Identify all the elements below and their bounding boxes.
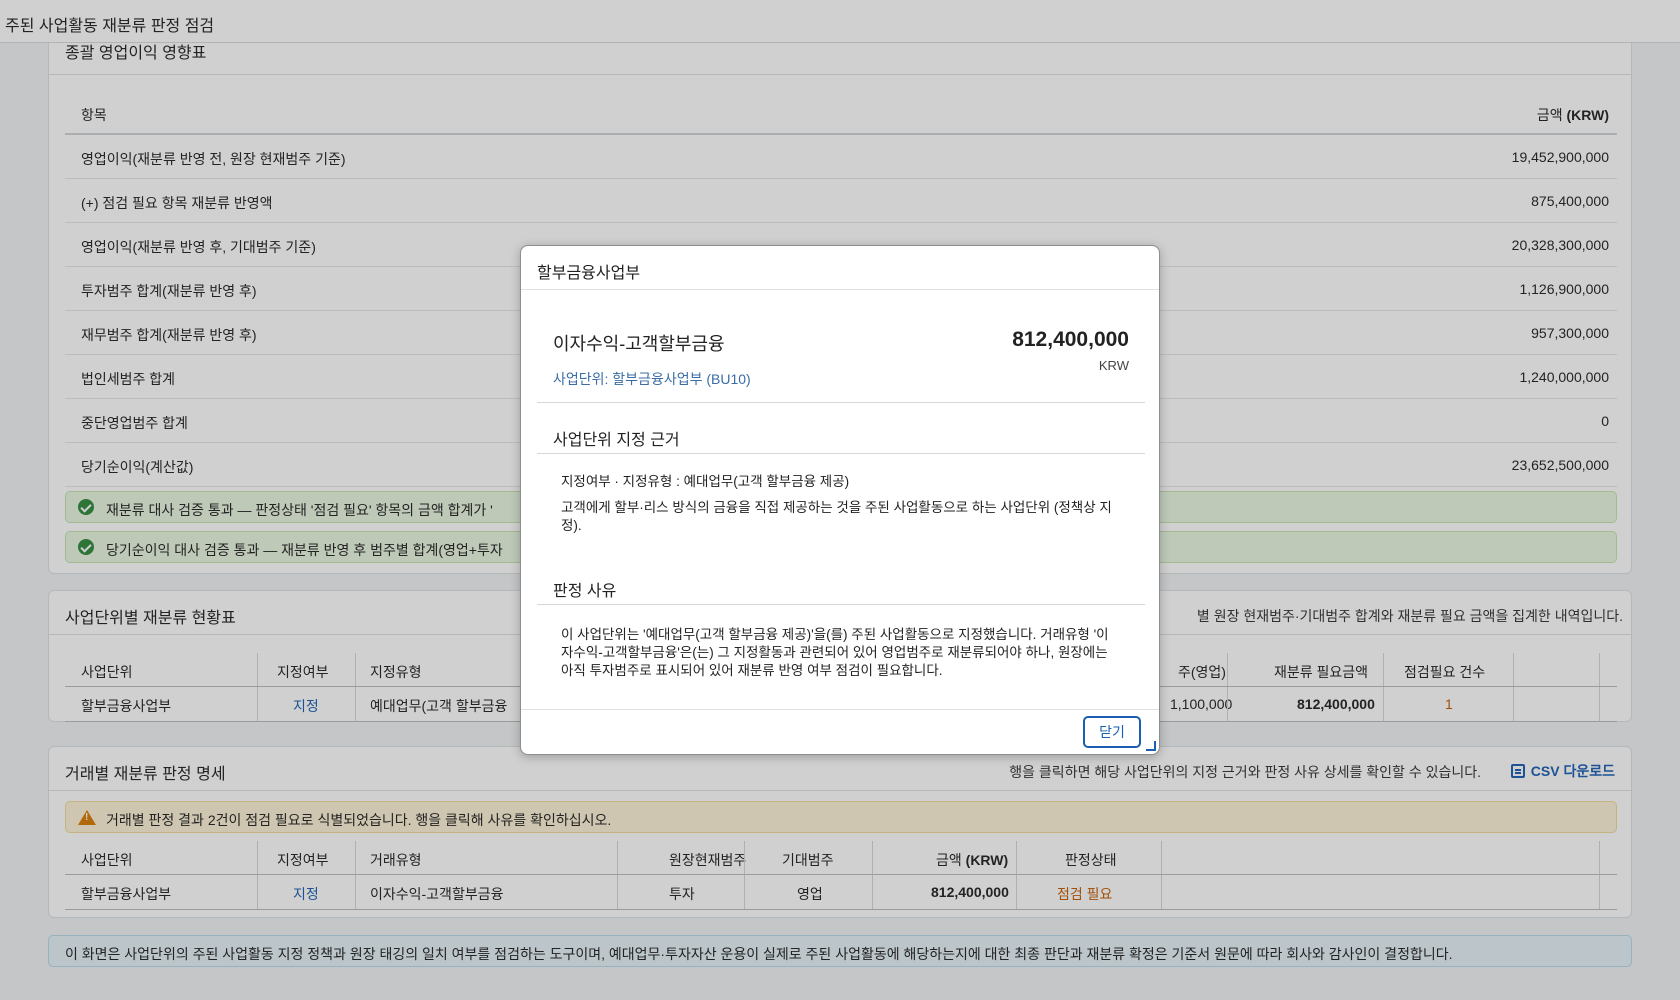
divider: [537, 453, 1145, 454]
divider: [537, 604, 1145, 605]
dialog-unit-line: 사업단위: 할부금융사업부 (BU10): [553, 371, 751, 387]
reason-text: 이 사업단위는 '예대업무(고객 할부금융 제공)'을(를) 주된 사업활동으로…: [561, 627, 1109, 678]
dialog-title: 할부금융사업부: [537, 265, 641, 282]
dialog-amount: 812,400,000: [1012, 328, 1129, 351]
resize-grip-icon[interactable]: [1146, 741, 1156, 751]
dialog-currency: KRW: [1098, 358, 1129, 373]
basis-line-2: 고객에게 할부·리스 방식의 금융을 직접 제공하는 것을 주된 사업활동으로 …: [561, 500, 1112, 533]
dialog-body: 이자수익-고객할부금융 812,400,000 KRW 사업단위: 할부금융사업…: [537, 290, 1145, 704]
close-button[interactable]: 닫기: [1083, 716, 1141, 748]
reason-section-title: 판정 사유: [553, 583, 617, 600]
dialog-header: 할부금융사업부: [521, 246, 1159, 290]
divider: [537, 402, 1145, 403]
dialog-tx-name: 이자수익-고객할부금융: [553, 334, 725, 354]
basis-section-title: 사업단위 지정 근거: [553, 432, 680, 449]
dialog-footer: 닫기: [521, 709, 1159, 754]
detail-dialog: 할부금융사업부 이자수익-고객할부금융 812,400,000 KRW 사업단위…: [520, 245, 1160, 755]
basis-line-1: 지정여부 · 지정유형 : 예대업무(고객 할부금융 제공): [561, 474, 850, 489]
